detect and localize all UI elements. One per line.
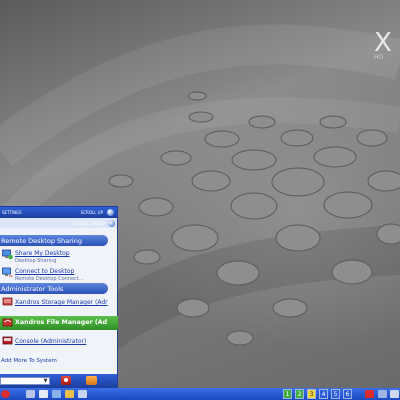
workspace-6[interactable]: 6: [343, 389, 352, 399]
workspace-3[interactable]: 3: [307, 389, 316, 399]
menu-item-subtitle: Remote Desktop Connect...: [15, 276, 84, 282]
mail-launch-icon[interactable]: [52, 390, 61, 398]
workspace-5[interactable]: 5: [331, 389, 340, 399]
section-remote-desktop-sharing[interactable]: Remote Desktop Sharing: [0, 235, 108, 246]
launch-menu-icon[interactable]: [1, 390, 10, 398]
workspace-4[interactable]: 4: [319, 389, 328, 399]
menu-item-storage-manager[interactable]: Xandros Storage Manager (Adr: [15, 299, 108, 306]
section-administrator-tools[interactable]: Administrator Tools: [0, 283, 108, 294]
menu-header: SETTINGS SCROLL UP: [0, 207, 117, 218]
office-launch-icon[interactable]: [65, 390, 74, 398]
file-manager-launch-icon[interactable]: [26, 390, 35, 398]
scroll-group-label[interactable]: SCROLL GROUP: [74, 221, 105, 226]
connect-desktop-icon: [2, 267, 13, 277]
menu-item-subtitle: Desktop Sharing: [15, 258, 57, 264]
scroll-group-icon[interactable]: [108, 220, 115, 227]
workspace-2[interactable]: 2: [295, 389, 304, 399]
security-tray-icon[interactable]: [365, 390, 374, 398]
start-menu-panel: SETTINGS SCROLL UP SCROLL GROUP Remote D…: [0, 206, 118, 388]
menu-header-title: SETTINGS: [2, 210, 22, 215]
logo-tagline: HO: [374, 54, 384, 61]
menu-subheader: SCROLL GROUP: [0, 218, 117, 228]
storage-manager-icon: [2, 297, 13, 306]
taskbar: 1 2 3 4 5 6: [0, 388, 400, 400]
terminal-launch-icon[interactable]: [78, 390, 87, 398]
scroll-up-icon[interactable]: [107, 209, 114, 216]
workspace-1[interactable]: 1: [283, 389, 292, 399]
network-tray-icon[interactable]: [378, 390, 387, 398]
volume-tray-icon[interactable]: [390, 390, 399, 398]
menu-item-connect-to-desktop[interactable]: Connect to Desktop: [15, 268, 74, 275]
browser-launch-icon[interactable]: [39, 390, 48, 398]
scroll-up-label[interactable]: SCROLL UP: [81, 210, 103, 215]
menu-item-share-my-desktop[interactable]: Share My Desktop: [15, 250, 70, 257]
share-desktop-icon: [2, 249, 13, 260]
distro-logo: X HO: [370, 28, 400, 64]
